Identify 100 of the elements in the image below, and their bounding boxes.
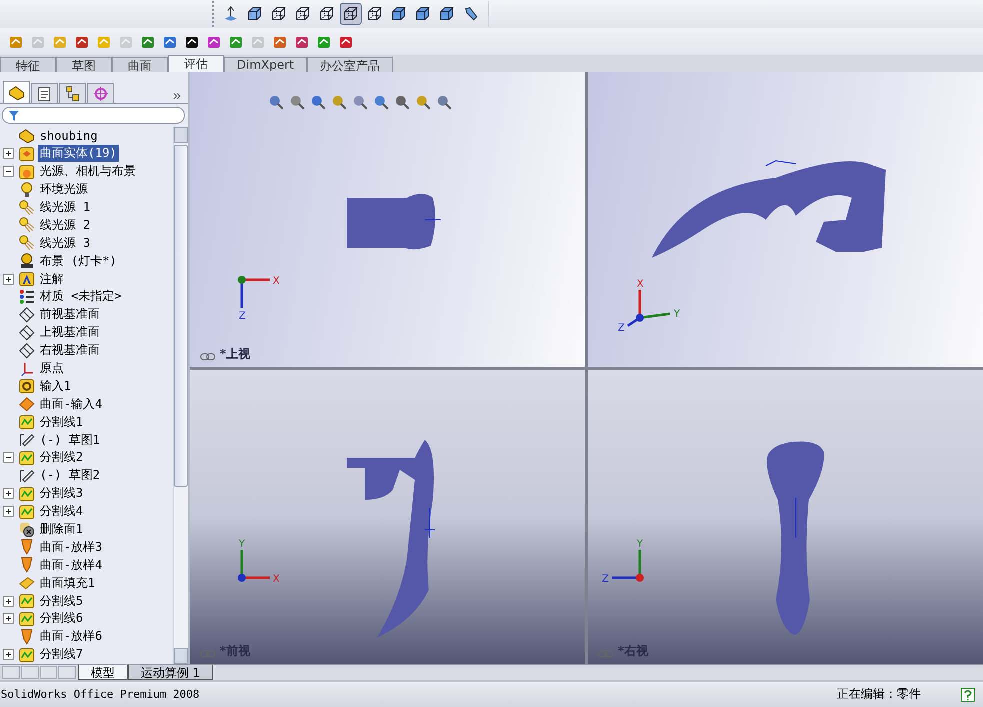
plane-icon bbox=[19, 342, 35, 359]
status-text: SolidWorks Office Premium 2008 bbox=[1, 688, 200, 701]
tree-item[interactable]: 曲面填充1 bbox=[38, 574, 98, 592]
loft-icon bbox=[19, 539, 35, 556]
command-tab[interactable]: 曲面 bbox=[112, 57, 168, 72]
view-tool-icon bbox=[268, 94, 284, 110]
view-tool-icon bbox=[394, 94, 410, 110]
view-tool-icon bbox=[331, 94, 347, 110]
expand-icon[interactable] bbox=[3, 506, 14, 518]
model-tab[interactable]: 模型 bbox=[78, 665, 128, 680]
axis-label: X bbox=[637, 279, 644, 290]
tree-item[interactable]: 删除面1 bbox=[38, 521, 86, 538]
status-mode: 正在编辑：零件 bbox=[837, 686, 921, 703]
tree-item[interactable]: 输入1 bbox=[38, 378, 74, 395]
cube-icon bbox=[439, 6, 455, 22]
sketch-icon bbox=[19, 432, 35, 448]
folder-icon bbox=[19, 164, 35, 180]
tree-item[interactable]: 分割线4 bbox=[38, 503, 86, 520]
tree-item[interactable]: 布景 (灯卡*) bbox=[38, 252, 119, 270]
axis-label: Z bbox=[239, 311, 246, 322]
tree-item[interactable]: 前视基准面 bbox=[38, 306, 102, 324]
filter-field[interactable] bbox=[2, 107, 185, 124]
axis-label: Z bbox=[618, 323, 625, 334]
panel-tab[interactable] bbox=[59, 83, 86, 103]
panel-tab[interactable] bbox=[31, 83, 58, 103]
tree-item[interactable]: 材质 <未指定> bbox=[38, 288, 124, 306]
light-icon bbox=[19, 217, 35, 234]
expand-icon[interactable] bbox=[3, 613, 14, 624]
view-tool-icon bbox=[415, 94, 431, 110]
viewport[interactable]: X Z *上视 bbox=[190, 72, 585, 366]
tree-item[interactable]: 分割线2 bbox=[38, 449, 86, 466]
tree-item[interactable]: 原点 bbox=[38, 360, 66, 378]
more-button[interactable]: » bbox=[169, 87, 185, 103]
crosshair-icon bbox=[92, 86, 108, 102]
help-icon bbox=[961, 688, 975, 702]
material-icon bbox=[19, 288, 35, 305]
view-tool-icon bbox=[310, 94, 326, 110]
view-tool-icon bbox=[289, 94, 305, 110]
command-tab[interactable]: 办公室产品 bbox=[307, 57, 394, 72]
hierarchy-icon bbox=[64, 86, 80, 102]
view-button[interactable] bbox=[340, 3, 362, 25]
tree-item[interactable]: (-) 草图2 bbox=[38, 467, 102, 484]
tree-item[interactable]: 分割线6 bbox=[38, 610, 86, 628]
loft-icon bbox=[19, 557, 35, 574]
expand-icon[interactable] bbox=[3, 488, 14, 500]
cube-icon bbox=[271, 6, 287, 22]
tree-item[interactable]: 曲面-放样4 bbox=[38, 556, 104, 574]
tree-item[interactable]: 线光源 2 bbox=[38, 216, 92, 234]
light-icon bbox=[19, 235, 35, 252]
origin-icon bbox=[19, 360, 35, 377]
expand-icon[interactable] bbox=[3, 649, 14, 660]
command-tab[interactable]: 特征 bbox=[0, 57, 56, 72]
command-tab[interactable]: 评估 bbox=[168, 55, 224, 72]
link-icon bbox=[200, 352, 216, 360]
tree-item[interactable]: 分割线1 bbox=[38, 414, 86, 431]
command-tab[interactable]: 草图 bbox=[56, 57, 112, 72]
tree-item[interactable]: 分割线7 bbox=[38, 646, 86, 664]
tree-item[interactable]: 曲面实体(19) bbox=[38, 145, 119, 162]
tree-item[interactable]: 注解 bbox=[38, 270, 66, 288]
panel-tab[interactable] bbox=[3, 81, 30, 103]
axis-label: Y bbox=[674, 309, 680, 320]
plane-icon bbox=[19, 306, 35, 323]
tree-item[interactable]: shoubing bbox=[38, 128, 100, 143]
plane-icon bbox=[19, 324, 35, 341]
cube-icon bbox=[415, 6, 431, 22]
bulb-icon bbox=[19, 182, 35, 198]
view-label: *右视 bbox=[618, 643, 648, 660]
tree-item[interactable]: 上视基准面 bbox=[38, 324, 102, 342]
loft-icon bbox=[19, 628, 35, 645]
part-icon bbox=[19, 128, 35, 144]
cube-icon bbox=[295, 6, 311, 22]
tree-item[interactable]: 曲面-输入4 bbox=[38, 396, 104, 413]
tree-item[interactable]: 曲面-放样3 bbox=[38, 538, 104, 556]
fill-icon bbox=[19, 575, 35, 592]
import-icon bbox=[19, 378, 35, 394]
collapse-icon[interactable] bbox=[3, 166, 14, 178]
tree-item[interactable]: 光源、相机与布景 bbox=[38, 163, 138, 180]
view-tool-icon bbox=[436, 94, 452, 110]
expand-icon[interactable] bbox=[3, 596, 14, 607]
cube-icon bbox=[343, 6, 359, 22]
tree-item[interactable]: (-) 草图1 bbox=[38, 432, 102, 449]
annotation-icon bbox=[19, 271, 35, 288]
surface-icon bbox=[19, 396, 35, 412]
expand-icon[interactable] bbox=[3, 148, 14, 160]
scrollbar[interactable] bbox=[173, 127, 188, 664]
tree-item[interactable]: 右视基准面 bbox=[38, 342, 102, 360]
collapse-icon[interactable] bbox=[3, 452, 14, 464]
tree-item[interactable]: 环境光源 bbox=[38, 181, 90, 198]
tree-item[interactable]: 曲面-放样6 bbox=[38, 628, 104, 646]
tree-item[interactable]: 线光源 1 bbox=[38, 199, 92, 216]
sketch-icon bbox=[19, 468, 35, 484]
expand-icon[interactable] bbox=[3, 274, 14, 285]
tree-item[interactable]: 分割线3 bbox=[38, 485, 86, 502]
viewport[interactable]: X Y Z bbox=[588, 72, 983, 366]
model-tab[interactable]: 运动算例 1 bbox=[128, 665, 214, 680]
delete-face-icon bbox=[19, 522, 35, 538]
tree-item[interactable]: 线光源 3 bbox=[38, 234, 92, 252]
command-tab[interactable]: DimXpert bbox=[224, 57, 308, 72]
view-tool-icon bbox=[352, 94, 368, 110]
tree-item[interactable]: 分割线5 bbox=[38, 592, 86, 610]
